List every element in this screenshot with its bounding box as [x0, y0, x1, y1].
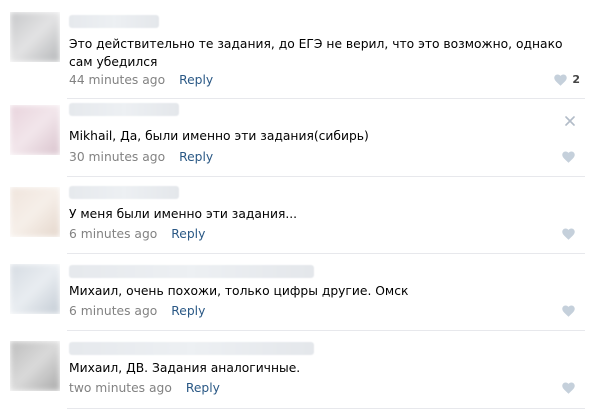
- comment-text: Михаил, ДВ. Задания аналогичные.: [69, 361, 301, 375]
- comment-timestamp[interactable]: 30 minutes ago: [69, 150, 165, 164]
- heart-icon: [562, 305, 575, 317]
- comment: Это действительно те задания, до ЕГЭ не …: [0, 0, 600, 98]
- comment-meta: 44 minutes ago Reply: [69, 72, 213, 88]
- comment-meta: 6 minutes ago Reply: [69, 226, 205, 242]
- avatar[interactable]: [10, 105, 60, 155]
- comment-meta: two minutes ago Reply: [69, 380, 220, 396]
- comment-meta: 6 minutes ago Reply: [69, 303, 205, 319]
- reply-link[interactable]: Reply: [186, 381, 220, 395]
- comment-meta: 30 minutes ago Reply: [69, 149, 213, 165]
- like-button[interactable]: [562, 382, 580, 394]
- like-count: 2: [572, 73, 580, 86]
- like-button[interactable]: [562, 151, 580, 163]
- heart-icon: [562, 151, 575, 163]
- author-name-blurred[interactable]: [69, 265, 314, 278]
- like-button[interactable]: 2: [554, 73, 580, 86]
- heart-icon: [562, 228, 575, 240]
- comment: Mikhail, Да, были именно эти задания(сиб…: [0, 99, 600, 176]
- heart-icon: [554, 73, 568, 86]
- heart-icon: [562, 382, 575, 394]
- reply-link[interactable]: Reply: [171, 304, 205, 318]
- author-name-blurred[interactable]: [69, 15, 159, 28]
- author-name-blurred[interactable]: [69, 342, 314, 355]
- comment-text: У меня были именно эти задания...: [69, 207, 298, 221]
- like-button[interactable]: [562, 305, 580, 317]
- avatar[interactable]: [10, 264, 60, 314]
- comment: У меня были именно эти задания... 6 minu…: [0, 177, 600, 253]
- divider: [67, 408, 585, 409]
- comment-timestamp[interactable]: 6 minutes ago: [69, 227, 157, 241]
- comment-timestamp[interactable]: 44 minutes ago: [69, 73, 165, 87]
- comment: Михаил, очень похожи, только цифры други…: [0, 254, 600, 330]
- reply-link[interactable]: Reply: [179, 150, 213, 164]
- reply-link[interactable]: Reply: [179, 73, 213, 87]
- reply-link[interactable]: Reply: [171, 227, 205, 241]
- author-name-blurred[interactable]: [69, 186, 179, 199]
- comment-text: Mikhail, Да, были именно эти задания(сиб…: [69, 129, 369, 143]
- avatar[interactable]: [10, 187, 60, 237]
- comment-text: Михаил, очень похожи, только цифры други…: [69, 284, 409, 298]
- avatar[interactable]: [10, 341, 60, 391]
- like-button[interactable]: [562, 228, 580, 240]
- author-name-blurred[interactable]: [69, 103, 179, 116]
- avatar[interactable]: [10, 12, 60, 62]
- comment-text: Это действительно те задания, до ЕГЭ не …: [69, 37, 567, 69]
- comment-timestamp[interactable]: 6 minutes ago: [69, 304, 157, 318]
- comment-timestamp[interactable]: two minutes ago: [69, 381, 172, 395]
- comment: Михаил, ДВ. Задания аналогичные. two min…: [0, 331, 600, 412]
